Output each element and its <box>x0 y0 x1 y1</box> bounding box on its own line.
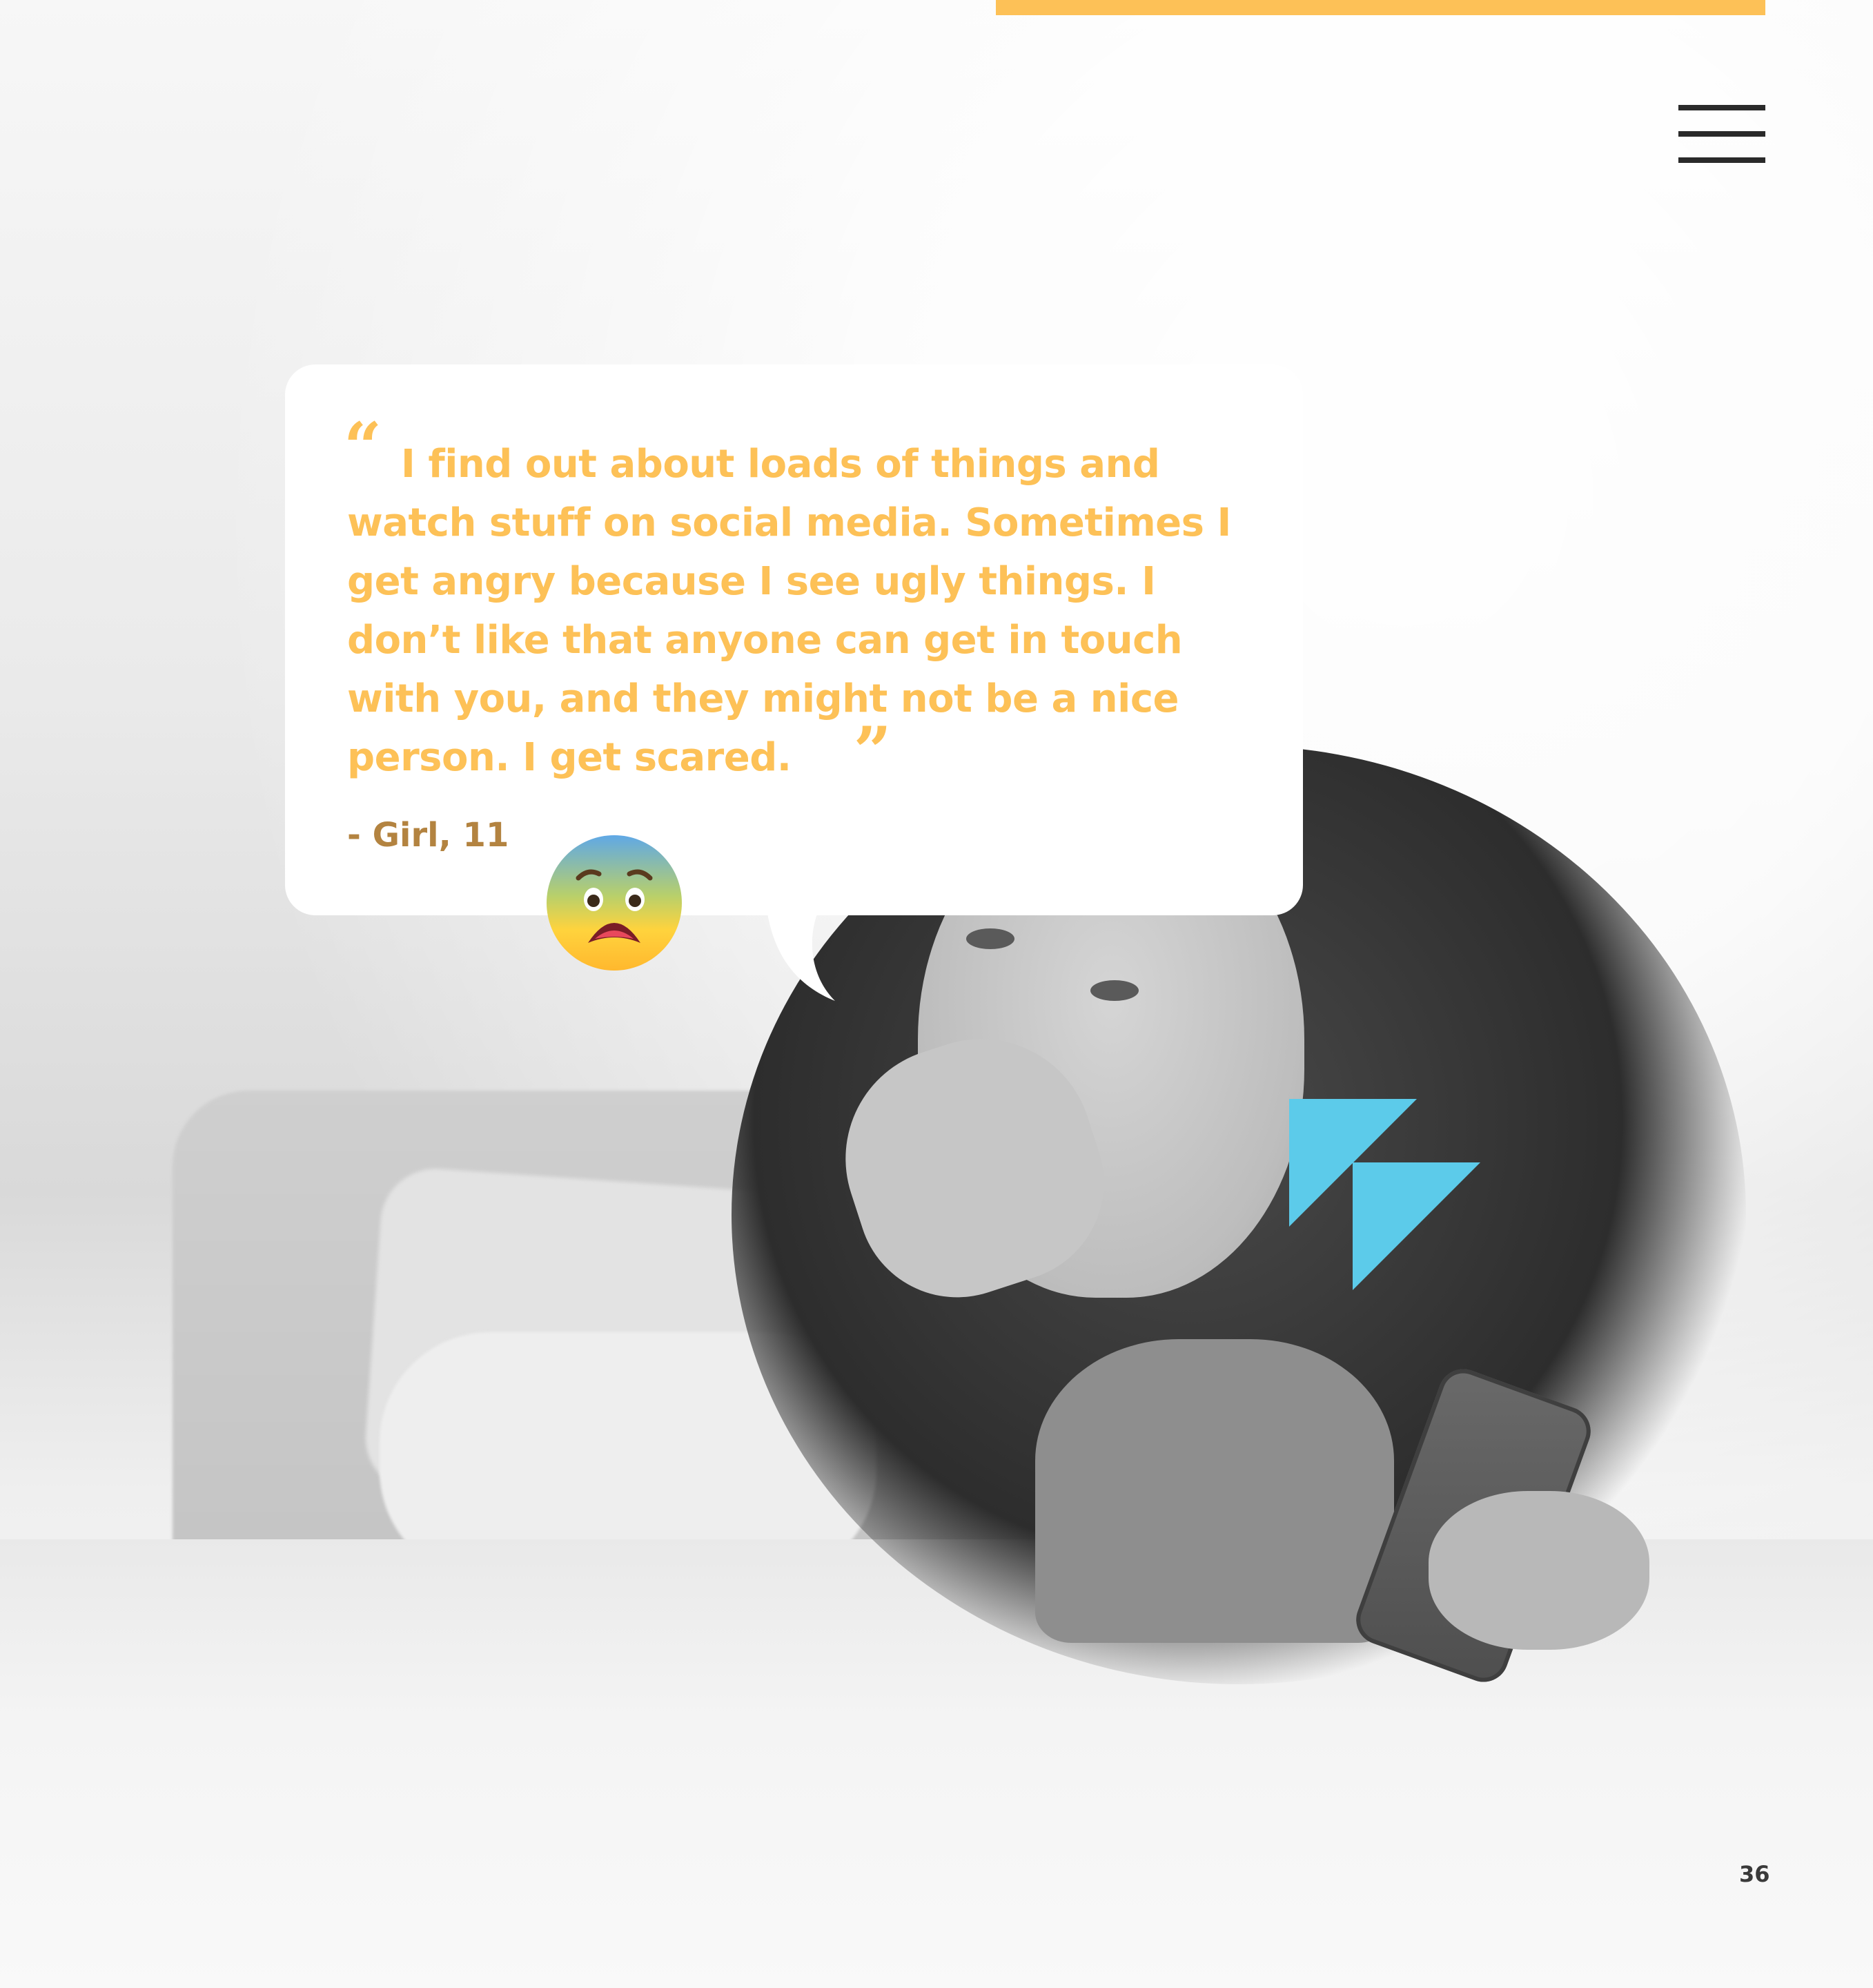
hamburger-line <box>1678 157 1765 163</box>
anxious-face-icon <box>547 835 682 971</box>
decorative-triangles <box>1289 1099 1480 1290</box>
quote-attribution: - Girl, 11 <box>347 816 509 855</box>
top-accent-bar <box>996 0 1765 15</box>
girl-phone-hand <box>1429 1491 1649 1650</box>
quote-text: I find out about loads of things and wat… <box>347 435 1244 787</box>
hamburger-line <box>1678 131 1765 137</box>
hamburger-line <box>1678 105 1765 110</box>
background-photo <box>0 0 1873 1988</box>
page-number: 36 <box>1739 1861 1770 1887</box>
speech-bubble-tail <box>766 904 835 1001</box>
close-quote-mark: ” <box>853 712 892 790</box>
quote-body: I find out about loads of things and wat… <box>347 442 1231 780</box>
hamburger-menu-icon[interactable] <box>1678 105 1765 163</box>
girl-eye-right <box>1090 980 1139 1001</box>
girl-eye-left <box>966 928 1014 949</box>
girl-shirt <box>1035 1339 1394 1643</box>
